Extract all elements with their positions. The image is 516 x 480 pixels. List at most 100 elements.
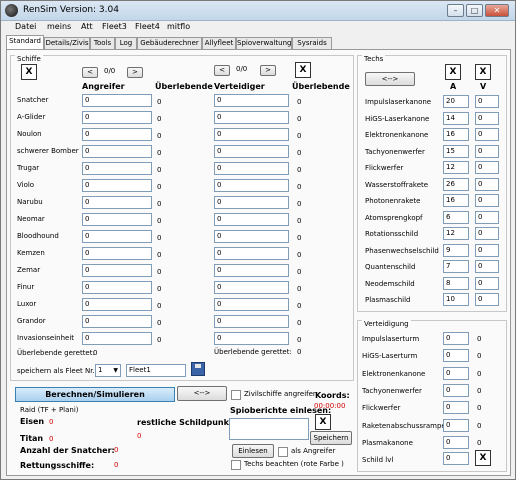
einlesen-button[interactable]: Einlesen (232, 444, 274, 458)
tech-attacker-input[interactable]: 8 (443, 276, 469, 290)
minimize-button[interactable]: – (447, 4, 464, 17)
menu-datei[interactable]: Datei (15, 22, 36, 31)
defender-ship-input[interactable]: 0 (214, 213, 289, 226)
defender-ship-input[interactable]: 0 (214, 111, 289, 124)
tech-attacker-input[interactable]: 20 (443, 95, 469, 108)
berechnen-simulieren-button[interactable]: Berechnen/Simulieren (15, 387, 175, 402)
tech-attacker-input[interactable]: 16 (443, 128, 469, 141)
tech-defender-input[interactable]: 0 (475, 276, 499, 290)
attacker-next-button[interactable]: > (127, 67, 143, 78)
attacker-ship-input[interactable]: 0 (82, 247, 152, 260)
defender-ship-input[interactable]: 0 (214, 196, 289, 209)
tab-standard[interactable]: Standard (6, 35, 44, 49)
menu-meins[interactable]: meins (47, 22, 71, 31)
spiobericht-textarea[interactable] (229, 418, 309, 440)
tab-tools[interactable]: Tools (90, 37, 115, 49)
defense-input[interactable]: 0 (443, 418, 469, 432)
close-button[interactable]: ✕ (485, 4, 509, 17)
tech-defender-input[interactable]: 0 (475, 243, 499, 257)
attacker-ship-input[interactable]: 0 (82, 128, 152, 141)
tech-defender-input[interactable]: 0 (475, 260, 499, 273)
menu-fleet4[interactable]: Fleet4 (135, 22, 160, 31)
tech-defender-input[interactable]: 0 (475, 194, 499, 207)
tech-defender-input[interactable]: 0 (475, 144, 499, 158)
clear-attacker-button[interactable]: X (21, 64, 37, 80)
defender-prev-button[interactable]: < (214, 65, 230, 76)
tech-defender-input[interactable]: 0 (475, 293, 499, 306)
defense-input[interactable]: 0 (443, 435, 469, 449)
tech-attacker-input[interactable]: 7 (443, 260, 469, 273)
tech-attacker-input[interactable]: 6 (443, 210, 469, 224)
defense-input[interactable]: 0 (443, 401, 469, 415)
bottom-swap-button[interactable]: <--> (177, 386, 227, 401)
attacker-ship-input[interactable]: 0 (82, 145, 152, 158)
menu-fleet3[interactable]: Fleet3 (102, 22, 127, 31)
attacker-ship-input[interactable]: 0 (82, 111, 152, 124)
tech-attacker-input[interactable]: 9 (443, 243, 469, 257)
attacker-ship-input[interactable]: 0 (82, 196, 152, 209)
tech-attacker-input[interactable]: 14 (443, 111, 469, 125)
defender-ship-input[interactable]: 0 (214, 247, 289, 260)
zivilschiffe-checkbox[interactable] (231, 390, 241, 400)
tab-gebaeuderechner[interactable]: Gebäuderechner (137, 37, 202, 49)
defender-ship-input[interactable]: 0 (214, 315, 289, 328)
defender-next-button[interactable]: > (260, 65, 276, 76)
defense-input[interactable]: 0 (443, 383, 469, 397)
defense-input[interactable]: 0 (443, 349, 469, 363)
techs-clear-defender-button[interactable]: X (475, 64, 491, 80)
defender-ship-input[interactable]: 0 (214, 128, 289, 141)
tab-details-zivis[interactable]: Details/Zivis (44, 37, 90, 49)
tech-attacker-input[interactable]: 26 (443, 177, 469, 191)
attacker-ship-input[interactable]: 0 (82, 332, 152, 345)
tech-attacker-input[interactable]: 12 (443, 161, 469, 174)
defender-ship-input[interactable]: 0 (214, 298, 289, 311)
attacker-ship-input[interactable]: 0 (82, 264, 152, 277)
defender-ship-input[interactable]: 0 (214, 94, 289, 107)
defender-ship-input[interactable]: 0 (214, 179, 289, 192)
tech-defender-input[interactable]: 0 (475, 210, 499, 224)
defender-ship-input[interactable]: 0 (214, 162, 289, 175)
techs-clear-attacker-button[interactable]: X (445, 64, 461, 80)
als-angreifer-checkbox[interactable] (278, 447, 288, 457)
menu-mitflo[interactable]: mitflo (167, 22, 190, 31)
tech-defender-input[interactable]: 0 (475, 128, 499, 141)
schild-lvl-input[interactable]: 0 (443, 452, 469, 465)
attacker-ship-input[interactable]: 0 (82, 230, 152, 243)
attacker-ship-input[interactable]: 0 (82, 315, 152, 328)
attacker-ship-input[interactable]: 0 (82, 179, 152, 192)
techs-beachten-checkbox[interactable] (231, 460, 241, 470)
tech-defender-input[interactable]: 0 (475, 177, 499, 191)
defender-ship-input[interactable]: 0 (214, 264, 289, 277)
tech-defender-input[interactable]: 0 (475, 111, 499, 125)
attacker-ship-input[interactable]: 0 (82, 94, 152, 107)
tab-sysraids[interactable]: Sysraids (292, 37, 332, 49)
attacker-ship-input[interactable]: 0 (82, 162, 152, 175)
defender-ship-input[interactable]: 0 (214, 281, 289, 294)
defender-ship-input[interactable]: 0 (214, 332, 289, 345)
save-disk-icon[interactable] (191, 362, 205, 376)
attacker-prev-button[interactable]: < (82, 67, 98, 78)
defense-input[interactable]: 0 (443, 366, 469, 380)
spiobericht-clear-button[interactable]: X (315, 414, 331, 430)
tech-attacker-input[interactable]: 15 (443, 144, 469, 158)
tab-spioverwaltung[interactable]: Spioverwaltung (236, 37, 292, 49)
tech-attacker-input[interactable]: 10 (443, 293, 469, 306)
tech-defender-input[interactable]: 0 (475, 95, 499, 108)
attacker-ship-input[interactable]: 0 (82, 281, 152, 294)
speichern-button[interactable]: Speichern (310, 431, 352, 445)
attacker-ship-input[interactable]: 0 (82, 298, 152, 311)
tech-defender-input[interactable]: 0 (475, 161, 499, 174)
defender-ship-input[interactable]: 0 (214, 145, 289, 158)
menu-att[interactable]: Att (81, 22, 93, 31)
fleet-number-select[interactable]: 1 ▼ (95, 364, 121, 377)
tech-attacker-input[interactable]: 12 (443, 227, 469, 240)
tech-defender-input[interactable]: 0 (475, 227, 499, 240)
tech-attacker-input[interactable]: 16 (443, 194, 469, 207)
tab-allyfleet[interactable]: Allyfleet (202, 37, 236, 49)
clear-defender-button[interactable]: X (295, 62, 311, 78)
defense-input[interactable]: 0 (443, 332, 469, 345)
fleet-name-input[interactable]: Fleet1 (126, 364, 186, 377)
defender-ship-input[interactable]: 0 (214, 230, 289, 243)
tab-log[interactable]: Log (115, 37, 137, 49)
verteidigung-clear-button[interactable]: X (475, 450, 491, 466)
